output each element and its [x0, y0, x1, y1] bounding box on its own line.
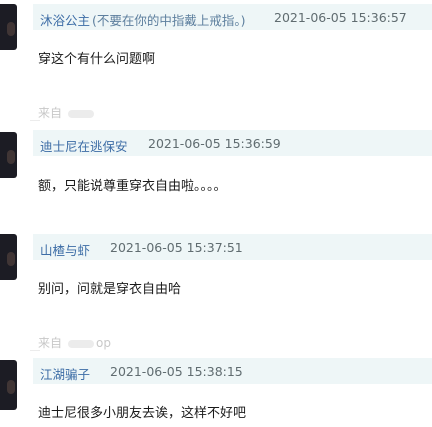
author-name[interactable]: 沐浴公主: [40, 10, 90, 29]
comment-text: 穿这个有什么问题啊: [38, 52, 156, 67]
source-label: 来自 op: [38, 336, 111, 350]
comment-item: 来自 迪士尼在逃保安 2021-06-05 15:36:59 额，只能说尊重穿衣…: [0, 98, 432, 208]
divider: [30, 350, 40, 351]
author-name[interactable]: 山楂与虾: [40, 240, 90, 259]
author-name[interactable]: 迪士尼在逃保安: [40, 136, 128, 155]
divider: [30, 120, 40, 121]
comment-time: 2021-06-05 15:36:59: [148, 136, 281, 151]
comment-time: 2021-06-05 15:37:51: [110, 240, 243, 255]
comment-text: 别问，问就是穿衣自由哈: [38, 282, 182, 297]
source-label: 来自: [38, 104, 95, 121]
comment-item: 山楂与虾 2021-06-05 15:37:51 别问，问就是穿衣自由哈: [0, 230, 432, 310]
comment-time: 2021-06-05 15:38:15: [110, 364, 243, 379]
comment-item: 来自 op 江湖骗子 2021-06-05 15:38:15 迪士尼很多小朋友去诶…: [0, 328, 432, 427]
author-note: (不要在你的中指戴上戒指。): [92, 13, 246, 28]
avatar[interactable]: [0, 4, 17, 50]
avatar[interactable]: [0, 132, 17, 178]
comment-text: 额，只能说尊重穿衣自由啦。。。。: [38, 179, 227, 194]
author-name[interactable]: 江湖骗子: [40, 364, 90, 383]
avatar[interactable]: [0, 234, 17, 280]
comment-item: 沐浴公主 (不要在你的中指戴上戒指。) 2021-06-05 15:36:57 …: [0, 0, 432, 80]
comment-time: 2021-06-05 15:36:57: [274, 10, 407, 25]
comment-text: 迪士尼很多小朋友去诶，这样不好吧: [38, 406, 247, 421]
avatar[interactable]: [0, 360, 17, 410]
